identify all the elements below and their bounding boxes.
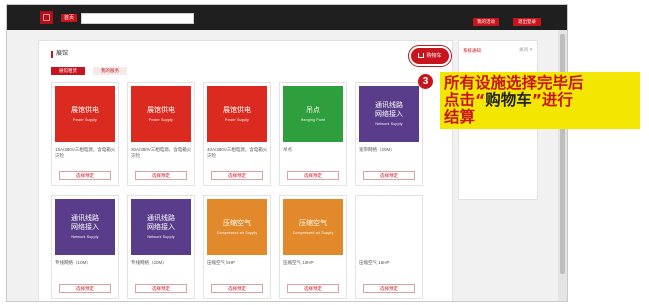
- product-thumbnail[interactable]: 通讯线路网络接入 Network Supply: [359, 86, 419, 142]
- cart-button-label: 购物车: [426, 53, 442, 59]
- product-description: 15A/380V三相电源，含电箱火灾险: [55, 147, 116, 158]
- logout-button[interactable]: 退出登录: [513, 18, 541, 26]
- cart-icon: [418, 53, 425, 59]
- product-thumbnail[interactable]: 通讯线路网络接入 Network Supply: [55, 199, 115, 255]
- browser-window: 首页 我的活动 退出登录 展馆 展馆租赁 我的服务 购物车 展馆供电 Power …: [6, 4, 568, 302]
- search-input[interactable]: [81, 13, 194, 24]
- product-subtitle: Power Supply: [149, 117, 173, 122]
- select-reserve-button[interactable]: 选择预定: [287, 171, 339, 180]
- product-title: 压缩空气: [299, 219, 327, 227]
- select-reserve-button[interactable]: 选择预定: [59, 284, 111, 293]
- main-panel: 展馆 展馆租赁 我的服务 购物车 展馆供电 Power Supply 15A/380…: [38, 40, 453, 301]
- select-reserve-button[interactable]: 选择预定: [135, 171, 187, 180]
- product-description: 30A/380V三相电源，含电箱火灾险: [131, 147, 192, 158]
- product-title: 通讯线路: [71, 215, 99, 222]
- product-description: 压缩空气 5HP: [207, 260, 236, 265]
- product-thumbnail[interactable]: 压缩空气 Compressed air Supply: [283, 199, 343, 255]
- select-reserve-button[interactable]: 选择预定: [363, 171, 415, 180]
- product-description: 压缩空气 15HP: [359, 260, 390, 265]
- product-thumbnail[interactable]: 压缩空气 Compressed air Supply: [207, 199, 267, 255]
- product-card[interactable]: 展馆供电 Power Supply 15A/380V三相电源，含电箱火灾险 选择预定: [51, 82, 119, 186]
- product-card[interactable]: 通讯线路网络接入 Network Supply 专线网络（10M） 选择预定: [51, 195, 119, 299]
- product-title: 展馆供电: [71, 106, 99, 114]
- product-thumbnail[interactable]: 吊点 Hanging Point: [283, 86, 343, 142]
- callout-text-a: 点击“: [444, 91, 486, 109]
- close-button[interactable]: 关闭 ✕: [519, 47, 533, 53]
- callout-line-1: 所有设施选择完毕后: [444, 74, 584, 92]
- tab-my-services[interactable]: 我的服务: [93, 67, 127, 75]
- vertical-scrollbar[interactable]: [558, 30, 567, 301]
- product-subtitle: Network Supply: [375, 122, 403, 126]
- product-card[interactable]: 压缩空气 15HP 选择预定: [355, 195, 423, 299]
- product-description: 宽带网络（20M）: [359, 147, 395, 152]
- scrollbar-thumb[interactable]: [560, 34, 565, 274]
- callout-cart-word: 购物车: [485, 91, 532, 109]
- product-title: 网络接入: [71, 224, 99, 231]
- product-card[interactable]: 压缩空气 Compressed air Supply 压缩空气 10HP 选择预定: [279, 195, 347, 299]
- product-description: 压缩空气 10HP: [283, 260, 314, 265]
- instruction-callout: 所有设施选择完毕后 点击“购物车”进行 结算: [440, 72, 640, 129]
- select-reserve-button[interactable]: 选择预定: [59, 171, 111, 180]
- page-title: 展馆: [51, 51, 68, 58]
- callout-text-c: ”进行: [531, 91, 573, 109]
- callout-line-2: 点击“购物车”进行: [444, 92, 636, 109]
- product-description: 专线网络（10M）: [55, 260, 91, 265]
- product-thumbnail[interactable]: [359, 199, 419, 255]
- logo-icon[interactable]: [40, 11, 53, 24]
- select-reserve-button[interactable]: 选择预定: [211, 284, 263, 293]
- select-reserve-button[interactable]: 选择预定: [363, 284, 415, 293]
- product-card[interactable]: 通讯线路网络接入 Network Supply 宽带网络（20M） 选择预定: [355, 82, 423, 186]
- top-nav-bar: 首页 我的活动 退出登录: [7, 5, 567, 30]
- product-thumbnail[interactable]: 展馆供电 Power Supply: [131, 86, 191, 142]
- product-title: 网络接入: [147, 224, 175, 231]
- select-reserve-button[interactable]: 选择预定: [135, 284, 187, 293]
- product-thumbnail[interactable]: 通讯线路网络接入 Network Supply: [131, 199, 191, 255]
- product-subtitle: Compressed air Supply: [216, 230, 258, 235]
- product-title: 通讯线路: [375, 102, 403, 109]
- product-thumbnail[interactable]: 展馆供电 Power Supply: [207, 86, 267, 142]
- product-subtitle: Network Supply: [147, 235, 175, 239]
- product-subtitle: Compressed air Supply: [292, 230, 334, 235]
- product-title: 展馆供电: [223, 106, 251, 114]
- callout-line-3: 结算: [444, 108, 476, 126]
- product-card[interactable]: 吊点 Hanging Point 吊点选择预定: [279, 82, 347, 186]
- product-title: 通讯线路: [147, 215, 175, 222]
- product-subtitle: Hanging Point: [300, 117, 326, 122]
- tab-venue-rental[interactable]: 展馆租赁: [51, 67, 85, 75]
- my-activity-button[interactable]: 我的活动: [473, 18, 499, 26]
- product-description: 专线网络（20M）: [131, 260, 167, 265]
- product-title: 压缩空气: [223, 219, 251, 227]
- product-description: 40A/380V三相电源，含电箱火灾险: [207, 147, 268, 158]
- product-title: 吊点: [306, 106, 320, 114]
- product-card[interactable]: 压缩空气 Compressed air Supply 压缩空气 5HP 选择预定: [203, 195, 271, 299]
- product-card[interactable]: 展馆供电 Power Supply 30A/380V三相电源，含电箱火灾险 选择预定: [127, 82, 195, 186]
- notification-title: 系统通知: [463, 48, 481, 53]
- step-badge: 3: [418, 74, 433, 89]
- home-button[interactable]: 首页: [61, 14, 77, 22]
- product-description: 吊点: [283, 147, 292, 152]
- product-title: 网络接入: [375, 111, 403, 118]
- product-card[interactable]: 展馆供电 Power Supply 40A/380V三相电源，含电箱火灾险 选择预定: [203, 82, 271, 186]
- product-thumbnail[interactable]: 展馆供电 Power Supply: [55, 86, 115, 142]
- cart-button[interactable]: 购物车: [411, 48, 449, 64]
- product-subtitle: Power Supply: [73, 117, 97, 122]
- select-reserve-button[interactable]: 选择预定: [287, 284, 339, 293]
- product-subtitle: Network Supply: [71, 235, 99, 239]
- logo-mark: [43, 14, 50, 21]
- product-subtitle: Power Supply: [225, 117, 249, 122]
- select-reserve-button[interactable]: 选择预定: [211, 171, 263, 180]
- product-card[interactable]: 通讯线路网络接入 Network Supply 专线网络（20M） 选择预定: [127, 195, 195, 299]
- product-title: 展馆供电: [147, 106, 175, 114]
